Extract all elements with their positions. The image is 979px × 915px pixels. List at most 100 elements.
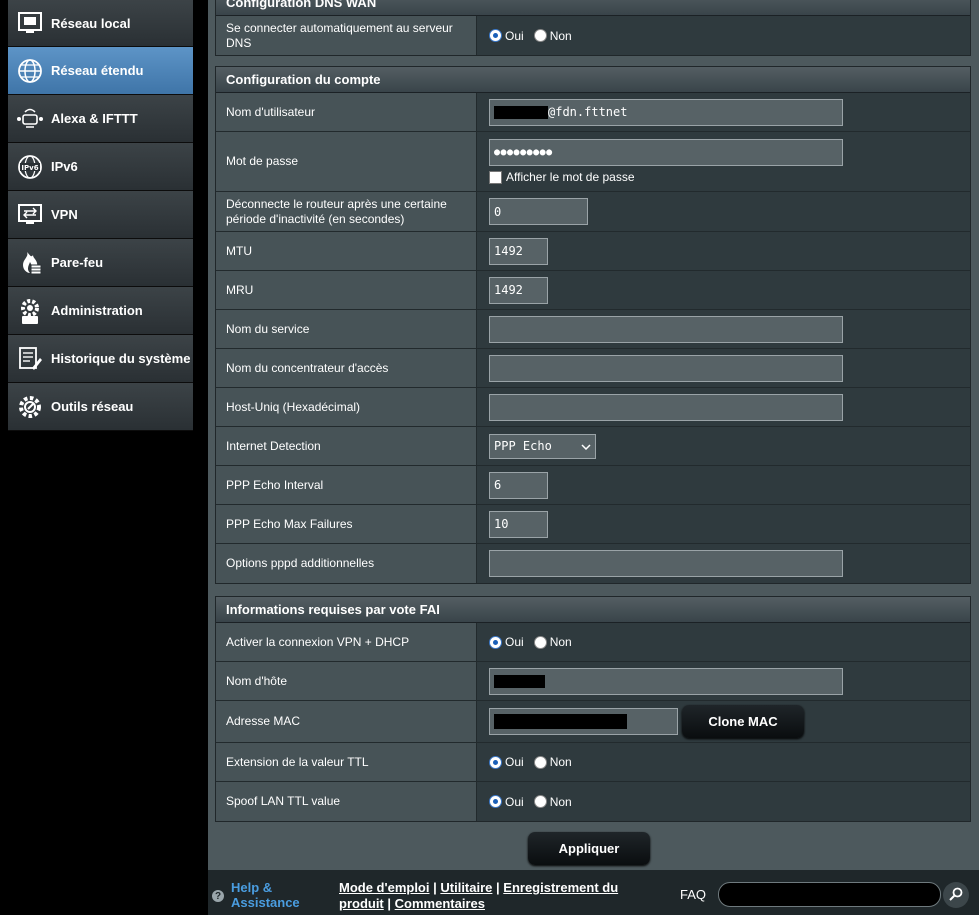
spoof-ttl-radio-group: Oui Non <box>489 795 572 809</box>
vpn-dhcp-no-radio[interactable]: Non <box>533 635 572 649</box>
faq-label: FAQ <box>680 887 707 902</box>
radio-unchecked-icon <box>533 795 547 808</box>
vpn-dhcp-yes-radio[interactable]: Oui <box>489 635 524 649</box>
sidebar-item-lan[interactable]: Réseau local <box>8 0 193 47</box>
ppp-echo-failures-label: PPP Echo Max Failures <box>216 505 477 543</box>
radio-checked-icon <box>489 755 502 769</box>
username-row: Nom d'utilisateur @fdn.fttnet <box>216 93 970 132</box>
spoof-ttl-label: Spoof LAN TTL value <box>216 782 477 821</box>
host-uniq-input[interactable] <box>489 393 843 421</box>
tools-icon <box>15 392 45 422</box>
section-title: Informations requises par vote FAI <box>216 597 970 623</box>
sidebar-item-label: Administration <box>51 303 143 318</box>
ttl-extension-yes-radio[interactable]: Oui <box>489 755 524 769</box>
manual-link[interactable]: Mode d'emploi <box>339 880 429 895</box>
sidebar-item-label: Outils réseau <box>51 399 134 414</box>
auto-dns-yes-radio[interactable]: Oui <box>489 29 524 43</box>
internet-detection-label: Internet Detection <box>216 427 477 465</box>
lan-icon <box>15 8 45 38</box>
dns-config-section: Configuration DNS WAN Se connecter autom… <box>215 0 971 56</box>
checkbox-icon <box>489 170 502 184</box>
mru-input[interactable]: 1492 <box>489 276 548 304</box>
clone-mac-button[interactable]: Clone MAC <box>682 705 804 738</box>
chevron-down-icon <box>581 439 591 453</box>
spoof-ttl-row: Spoof LAN TTL value Oui Non <box>216 782 970 821</box>
faq-search-input[interactable] <box>718 882 941 907</box>
sidebar-item-administration[interactable]: Administration <box>8 287 193 335</box>
hostname-input[interactable] <box>489 667 843 695</box>
pppd-options-row: Options pppd additionnelles <box>216 544 970 583</box>
vpn-dhcp-radio-group: Oui Non <box>489 635 572 649</box>
mru-row: MRU 1492 <box>216 271 970 310</box>
password-row: Mot de passe ●●●●●●●●● Afficher le mot d… <box>216 132 970 192</box>
radio-checked-icon <box>489 635 502 649</box>
ttl-extension-label: Extension de la valeur TTL <box>216 743 477 781</box>
mtu-row: MTU 1492 <box>216 232 970 271</box>
ttl-extension-row: Extension de la valeur TTL Oui Non <box>216 743 970 782</box>
sidebar-item-label: Alexa & IFTTT <box>51 111 138 126</box>
radio-unchecked-icon <box>533 635 547 649</box>
service-name-row: Nom du service <box>216 310 970 349</box>
password-label: Mot de passe <box>216 132 477 191</box>
mtu-input[interactable]: 1492 <box>489 237 548 265</box>
firewall-icon <box>15 248 45 278</box>
host-uniq-row: Host-Uniq (Hexadécimal) <box>216 388 970 427</box>
ttl-extension-radio-group: Oui Non <box>489 755 572 769</box>
username-input[interactable]: @fdn.fttnet <box>489 98 843 126</box>
svg-text:IPv6: IPv6 <box>21 164 38 172</box>
sidebar-item-label: Réseau local <box>51 15 131 31</box>
service-name-label: Nom du service <box>216 310 477 348</box>
alexa-icon <box>15 104 45 134</box>
search-icon <box>949 887 963 904</box>
sidebar-item-label: Pare-feu <box>51 255 104 270</box>
sidebar-item-ipv6[interactable]: IPv6 IPv6 <box>8 143 193 191</box>
service-name-input[interactable] <box>489 315 843 343</box>
auto-dns-no-radio[interactable]: Non <box>533 29 572 43</box>
internet-detection-select[interactable]: PPP Echo <box>489 433 596 459</box>
help-question-icon: ? <box>212 890 224 902</box>
show-password-checkbox[interactable]: Afficher le mot de passe <box>489 170 635 184</box>
radio-unchecked-icon <box>533 755 547 769</box>
mac-address-row: Adresse MAC Clone MAC <box>216 701 970 743</box>
sidebar-item-network-tools[interactable]: Outils réseau <box>8 383 193 431</box>
help-assistance-label: Help & Assistance <box>231 880 300 910</box>
apply-button[interactable]: Appliquer <box>528 832 650 865</box>
redacted-block <box>494 105 548 119</box>
isp-info-section: Informations requises par vote FAI Activ… <box>215 596 971 822</box>
access-concentrator-input[interactable] <box>489 354 843 382</box>
username-label: Nom d'utilisateur <box>216 93 477 131</box>
sidebar-item-system-log[interactable]: Historique du système <box>8 335 193 383</box>
password-input[interactable]: ●●●●●●●●● <box>489 139 843 166</box>
sidebar-item-alexa[interactable]: Alexa & IFTTT <box>8 95 193 143</box>
ppp-echo-failures-input[interactable]: 10 <box>489 510 548 538</box>
vpn-icon <box>15 200 45 230</box>
idle-timeout-input[interactable]: 0 <box>489 198 588 225</box>
admin-gear-icon <box>15 296 45 326</box>
sidebar-item-firewall[interactable]: Pare-feu <box>8 239 193 287</box>
pppd-options-input[interactable] <box>489 550 843 577</box>
utility-link[interactable]: Utilitaire <box>440 880 492 895</box>
mtu-label: MTU <box>216 232 477 270</box>
account-config-section: Configuration du compte Nom d'utilisateu… <box>215 66 971 584</box>
access-concentrator-label: Nom du concentrateur d'accès <box>216 349 477 387</box>
spoof-ttl-no-radio[interactable]: Non <box>533 795 572 809</box>
idle-timeout-label: Déconnecte le routeur après une certaine… <box>216 192 477 231</box>
section-title: Configuration DNS WAN <box>216 0 970 16</box>
spoof-ttl-yes-radio[interactable]: Oui <box>489 795 524 809</box>
radio-checked-icon <box>489 29 502 42</box>
mac-address-input[interactable] <box>489 708 678 735</box>
sidebar-item-wan[interactable]: Réseau étendu <box>8 47 193 95</box>
internet-detection-row: Internet Detection PPP Echo <box>216 427 970 466</box>
auto-dns-row: Se connecter automatiquement au serveur … <box>216 16 970 55</box>
ppp-echo-interval-input[interactable]: 6 <box>489 471 548 499</box>
sidebar-item-vpn[interactable]: VPN <box>8 191 193 239</box>
comments-link[interactable]: Commentaires <box>395 896 485 911</box>
pppd-options-label: Options pppd additionnelles <box>216 544 477 583</box>
ttl-extension-no-radio[interactable]: Non <box>533 755 572 769</box>
search-button[interactable] <box>943 882 969 908</box>
hostname-label: Nom d'hôte <box>216 662 477 700</box>
main-panel: Configuration DNS WAN Se connecter autom… <box>208 0 979 870</box>
redacted-block <box>494 714 627 729</box>
sidebar-item-label: VPN <box>51 207 78 222</box>
radio-unchecked-icon <box>533 29 547 42</box>
